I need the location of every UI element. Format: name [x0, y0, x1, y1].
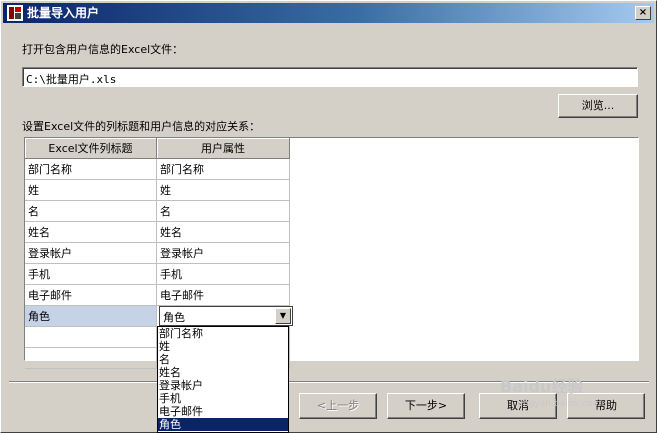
dropdown-option[interactable]: 登录帐户	[158, 379, 288, 392]
attr-cell[interactable]: 电子邮件	[156, 284, 290, 306]
table-row[interactable]: 电子邮件 电子邮件	[25, 284, 290, 306]
excel-cell[interactable]: 手机	[25, 263, 157, 285]
table-row[interactable]: 部门名称 部门名称	[25, 158, 290, 180]
window-title: 批量导入用户	[27, 6, 100, 20]
dropdown-option-selected[interactable]: 角色	[158, 418, 288, 431]
excel-cell[interactable]: 名	[25, 200, 157, 222]
combo-value: 角色	[163, 311, 185, 324]
attr-cell[interactable]: 姓	[156, 179, 290, 201]
attr-cell[interactable]: 手机	[156, 263, 290, 285]
chevron-down-icon[interactable]: ▼	[275, 308, 291, 324]
table-row[interactable]: 姓 姓	[25, 179, 290, 201]
file-path-field[interactable]: C:\批量用户.xls	[22, 67, 638, 87]
excel-cell[interactable]: 电子邮件	[25, 284, 157, 306]
column-header-excel[interactable]: Excel文件列标题	[25, 138, 157, 159]
help-button[interactable]: 帮助	[567, 393, 645, 419]
excel-cell-empty[interactable]	[25, 326, 157, 348]
close-button[interactable]: ×	[635, 6, 651, 20]
title-bar: 批量导入用户 ×	[3, 3, 654, 23]
dialog-window: 批量导入用户 × 打开包含用户信息的Excel文件： C:\批量用户.xls 浏…	[0, 0, 657, 433]
attr-dropdown-list[interactable]: 部门名称 姓 名 姓名 登录帐户 手机 电子邮件 角色	[157, 326, 289, 433]
excel-cell[interactable]: 姓名	[25, 221, 157, 243]
footer-divider	[9, 381, 649, 383]
mapping-label: 设置Excel文件的列标题和用户信息的对应关系：	[22, 120, 261, 133]
attr-cell[interactable]: 登录帐户	[156, 242, 290, 264]
dropdown-option[interactable]: 姓	[158, 340, 288, 353]
app-icon	[7, 5, 23, 21]
column-header-attr[interactable]: 用户属性	[156, 138, 290, 159]
file-label: 打开包含用户信息的Excel文件：	[22, 43, 184, 56]
mapping-grid: Excel文件列标题 用户属性 部门名称 部门名称 姓 姓 名 名 姓名 姓名 …	[24, 137, 639, 369]
dropdown-option[interactable]: 手机	[158, 392, 288, 405]
table-row[interactable]: 名 名	[25, 200, 290, 222]
browse-button[interactable]: 浏览...	[558, 94, 638, 118]
prev-button[interactable]: <上一步	[299, 393, 377, 419]
file-path-value: C:\批量用户.xls	[26, 73, 117, 86]
attr-cell[interactable]: 名	[156, 200, 290, 222]
excel-cell[interactable]: 角色	[25, 305, 157, 327]
excel-cell[interactable]: 登录帐户	[25, 242, 157, 264]
table-row[interactable]: 姓名 姓名	[25, 221, 290, 243]
next-button[interactable]: 下一步>	[387, 393, 465, 419]
attr-cell[interactable]: 姓名	[156, 221, 290, 243]
dropdown-option[interactable]: 名	[158, 353, 288, 366]
table-row[interactable]: 登录帐户 登录帐户	[25, 242, 290, 264]
excel-cell-empty[interactable]	[25, 347, 157, 369]
excel-cell[interactable]: 部门名称	[25, 158, 157, 180]
dropdown-option[interactable]: 部门名称	[158, 327, 288, 340]
cancel-button[interactable]: 取消	[479, 393, 557, 419]
attr-combobox[interactable]: 角色 ▼	[159, 306, 293, 326]
dropdown-option[interactable]: 电子邮件	[158, 405, 288, 418]
dropdown-option[interactable]: 姓名	[158, 366, 288, 379]
excel-cell[interactable]: 姓	[25, 179, 157, 201]
attr-cell[interactable]: 部门名称	[156, 158, 290, 180]
table-row[interactable]: 手机 手机	[25, 263, 290, 285]
